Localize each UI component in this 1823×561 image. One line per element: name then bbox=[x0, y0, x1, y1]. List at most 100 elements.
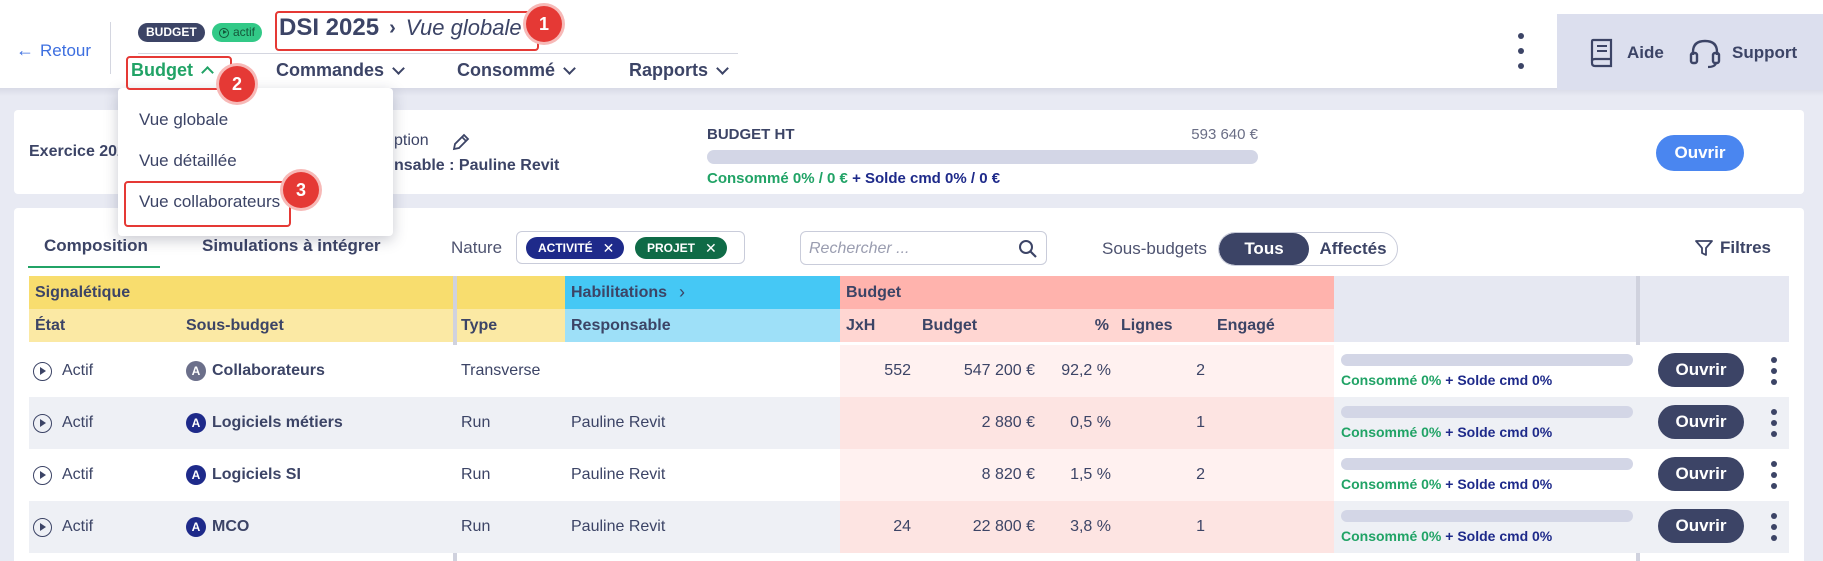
open-row-button[interactable]: Ouvrir bbox=[1658, 457, 1744, 491]
col-jxh[interactable]: JxH bbox=[840, 309, 875, 342]
exercice-label: Exercice 202 bbox=[29, 143, 126, 160]
etat-value: Actif bbox=[62, 362, 94, 379]
pencil-icon[interactable] bbox=[451, 132, 471, 152]
tab-simulations[interactable]: Simulations à intégrer bbox=[202, 236, 381, 256]
etat-cell: Actif bbox=[33, 501, 93, 553]
etat-value: Actif bbox=[62, 466, 94, 483]
close-icon[interactable]: ✕ bbox=[603, 240, 615, 257]
support-button[interactable]: Support bbox=[1688, 37, 1797, 69]
row-consumption: Consommé 0% + Solde cmd 0% bbox=[1341, 372, 1552, 388]
budget-ht-label: BUDGET HT bbox=[707, 126, 795, 143]
close-icon[interactable]: ✕ bbox=[705, 240, 717, 257]
filter-icon bbox=[1695, 240, 1713, 256]
budget-consumption: Consommé 0% / 0 € + Solde cmd 0% / 0 € bbox=[707, 170, 1000, 187]
sous-budget-value: Logiciels SI bbox=[212, 466, 301, 483]
budget-cell: 22 800 € bbox=[972, 518, 1035, 535]
row-more-options-icon[interactable] bbox=[1769, 357, 1779, 385]
group-header-progress bbox=[1334, 276, 1789, 309]
open-row-button[interactable]: Ouvrir bbox=[1658, 405, 1744, 439]
annotation-marker: 2 bbox=[219, 66, 255, 102]
open-row-button[interactable]: Ouvrir bbox=[1658, 353, 1744, 387]
header-habilitations[interactable]: Habilitations › bbox=[565, 276, 685, 309]
col-responsable[interactable]: Responsable bbox=[565, 309, 671, 342]
search-icon[interactable] bbox=[1018, 239, 1038, 259]
row-solde: Solde cmd 0% bbox=[1457, 528, 1553, 544]
sous-budget-cell[interactable]: A MCO bbox=[186, 501, 249, 553]
help-button[interactable]: Aide bbox=[1587, 37, 1664, 69]
more-options-icon[interactable] bbox=[1515, 33, 1527, 69]
type-cell: Transverse bbox=[461, 362, 541, 379]
row-consumed: Consommé 0% bbox=[1341, 372, 1442, 388]
row-plus: + bbox=[1445, 424, 1454, 440]
type-cell: Run bbox=[461, 518, 491, 535]
row-consumed: Consommé 0% bbox=[1341, 528, 1442, 544]
row-plus: + bbox=[1445, 372, 1454, 388]
pct-cell: 1,5 % bbox=[1070, 466, 1111, 483]
col-lignes[interactable]: Lignes bbox=[1115, 309, 1173, 342]
chip-activite[interactable]: ACTIVITÉ ✕ bbox=[526, 237, 625, 259]
sous-budget-cell[interactable]: A Collaborateurs bbox=[186, 345, 325, 397]
jxh-cell: 24 bbox=[893, 518, 911, 535]
filters-button[interactable]: Filtres bbox=[1694, 238, 1771, 258]
row-solde: Solde cmd 0% bbox=[1457, 424, 1553, 440]
col-etat[interactable]: État bbox=[29, 309, 65, 342]
sous-budgets-label: Sous-budgets bbox=[1102, 239, 1207, 258]
row-more-options-icon[interactable] bbox=[1769, 513, 1779, 541]
group-header-budget bbox=[840, 276, 1334, 309]
chip-projet-label: PROJET bbox=[647, 241, 696, 255]
sous-budget-value: Logiciels métiers bbox=[212, 414, 343, 431]
chevron-right-icon: › bbox=[679, 282, 686, 302]
group-header-type bbox=[455, 276, 565, 309]
nav-commandes-label: Commandes bbox=[276, 60, 385, 80]
col-sous-budget[interactable]: Sous-budget bbox=[180, 309, 284, 342]
description-label: ption bbox=[394, 132, 429, 149]
nav-commandes[interactable]: Commandes bbox=[276, 60, 405, 81]
segment-tous[interactable]: Tous bbox=[1219, 233, 1309, 265]
header-signaletique: Signalétique bbox=[35, 283, 131, 301]
etat-value: Actif bbox=[62, 518, 94, 535]
open-budget-button[interactable]: Ouvrir bbox=[1656, 135, 1744, 171]
segment-affectes[interactable]: Affectés bbox=[1309, 233, 1397, 265]
nav-consomme[interactable]: Consommé bbox=[457, 60, 576, 81]
open-row-button[interactable]: Ouvrir bbox=[1658, 509, 1744, 543]
back-link[interactable]: ← Retour bbox=[16, 40, 91, 61]
sous-budget-value: MCO bbox=[212, 518, 250, 535]
row-progress-bar bbox=[1341, 354, 1633, 366]
help-label: Aide bbox=[1627, 43, 1664, 62]
nav-consomme-label: Consommé bbox=[457, 60, 556, 80]
budget-progress-bar bbox=[707, 150, 1258, 164]
play-circle-icon bbox=[33, 465, 52, 485]
consumed-text: Consommé 0% / 0 € bbox=[707, 170, 848, 187]
nav-rapports[interactable]: Rapports bbox=[629, 60, 729, 81]
activity-icon: A bbox=[186, 465, 206, 485]
highlight-box bbox=[126, 56, 232, 90]
title-divider bbox=[138, 53, 738, 54]
col-type[interactable]: Type bbox=[455, 309, 497, 342]
col-engage[interactable]: Engagé bbox=[1211, 309, 1275, 342]
row-more-options-icon[interactable] bbox=[1769, 409, 1779, 437]
chevron-down-icon bbox=[392, 61, 405, 75]
row-more-options-icon[interactable] bbox=[1769, 461, 1779, 489]
type-cell: Run bbox=[461, 466, 491, 483]
pct-cell: 0,5 % bbox=[1070, 414, 1111, 431]
menu-item-vue-detaillee[interactable]: Vue détaillée bbox=[139, 151, 237, 171]
header-divider bbox=[110, 22, 111, 74]
sous-budget-value: Collaborateurs bbox=[212, 362, 325, 379]
responsable-cell: Pauline Revit bbox=[571, 414, 666, 431]
etat-cell: Actif bbox=[33, 345, 93, 397]
col-budget[interactable]: Budget bbox=[916, 309, 977, 342]
tab-composition[interactable]: Composition bbox=[44, 236, 148, 256]
menu-item-vue-globale[interactable]: Vue globale bbox=[139, 110, 228, 130]
col-pct[interactable]: % bbox=[1039, 309, 1115, 342]
chip-activite-label: ACTIVITÉ bbox=[538, 241, 593, 255]
sous-budget-cell[interactable]: A Logiciels métiers bbox=[186, 397, 343, 449]
row-consumed: Consommé 0% bbox=[1341, 476, 1442, 492]
chip-projet[interactable]: PROJET ✕ bbox=[635, 237, 727, 259]
search-input[interactable]: Rechercher ... bbox=[800, 231, 1047, 265]
sous-budget-cell[interactable]: A Logiciels SI bbox=[186, 449, 301, 501]
arrow-left-icon: ← bbox=[16, 40, 34, 60]
play-circle-icon bbox=[33, 413, 52, 433]
row-progress-bar bbox=[1341, 458, 1633, 470]
highlight-box bbox=[275, 11, 539, 51]
nature-label: Nature bbox=[451, 238, 503, 257]
